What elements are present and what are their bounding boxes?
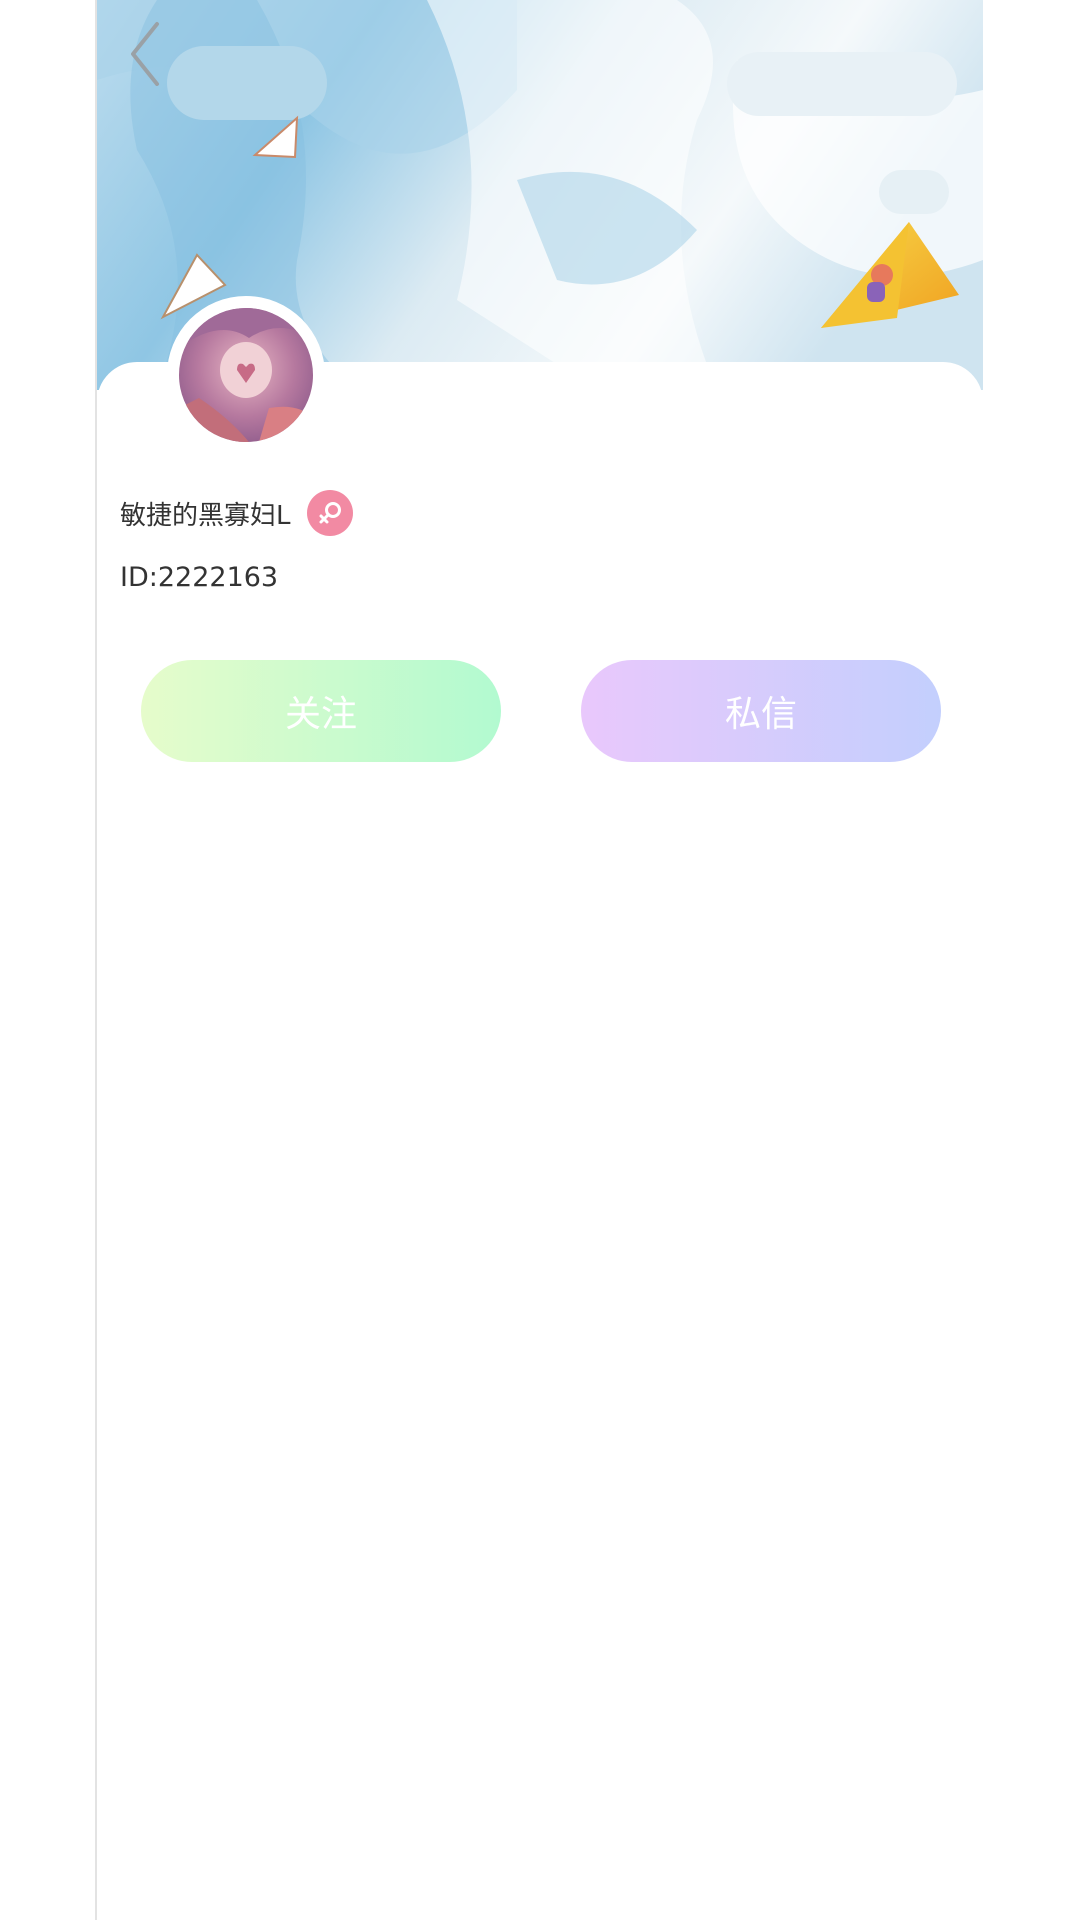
back-button[interactable] [117,16,177,86]
avatar-frame [167,296,325,454]
nickname-row: 敏捷的黑寡妇L [120,490,353,536]
profile-card [97,362,983,1920]
screen: 敏捷的黑寡妇L ID:2222163 关注 私信 [0,0,1080,1920]
message-button[interactable]: 私信 [581,660,941,762]
nickname: 敏捷的黑寡妇L [120,500,291,531]
follow-button[interactable]: 关注 [141,660,501,762]
female-icon [306,490,353,536]
follow-button-label: 关注 [284,694,357,735]
user-id: ID:2222163 [120,562,279,593]
message-button-label: 私信 [724,694,797,735]
avatar[interactable] [179,308,313,442]
profile-page: 敏捷的黑寡妇L ID:2222163 关注 私信 [97,0,983,1920]
chevron-left-icon [131,22,159,86]
